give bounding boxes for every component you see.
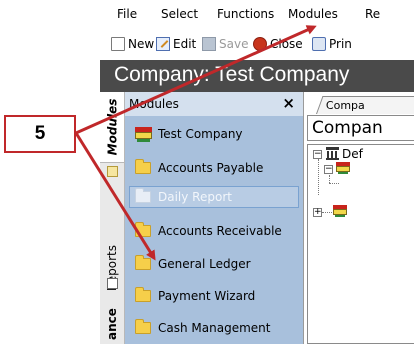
- close-icon: [253, 37, 267, 51]
- company-icon: [135, 126, 152, 142]
- menu-bar: File Select Functions Modules Re: [100, 0, 414, 30]
- folder-icon: [135, 159, 151, 174]
- module-item-label: Test Company: [158, 127, 243, 141]
- panel-close-icon[interactable]: ×: [282, 94, 295, 112]
- reports-tab-icon: [106, 277, 118, 289]
- tab-maintenance[interactable]: ance: [100, 304, 124, 344]
- module-item-label: Daily Report: [158, 190, 232, 204]
- tree-expand-icon[interactable]: +: [313, 208, 322, 217]
- folder-icon: [135, 222, 151, 237]
- building-icon: [326, 147, 339, 160]
- modules-panel-title: Modules: [129, 97, 179, 111]
- module-item-payment-wizard[interactable]: Payment Wizard: [135, 286, 255, 306]
- tab-modules-label: Modules: [105, 98, 119, 156]
- toolbar: New Edit Save Close Prin: [100, 30, 414, 59]
- module-item-label: Cash Management: [158, 321, 271, 335]
- module-item-label: General Ledger: [158, 257, 251, 271]
- tree-collapse-icon[interactable]: −: [313, 150, 322, 159]
- tab-reports-icon-cell: [100, 276, 124, 290]
- folder-icon: [135, 319, 151, 334]
- module-item-cash-management[interactable]: Cash Management: [135, 318, 270, 338]
- edit-icon: [156, 37, 170, 51]
- module-item-label: Payment Wizard: [158, 289, 256, 303]
- save-button-label: Save: [219, 37, 249, 51]
- folder-icon: [135, 255, 151, 270]
- tree-connector: [329, 183, 339, 184]
- modules-tab-icon: [106, 165, 118, 177]
- new-button[interactable]: New: [111, 36, 154, 52]
- save-icon: [202, 37, 216, 51]
- step-callout: 5: [4, 115, 76, 153]
- tree-connector: [322, 212, 332, 213]
- edit-button-label: Edit: [173, 37, 197, 51]
- menu-file[interactable]: File: [117, 7, 137, 21]
- print-button-label: Prin: [329, 37, 352, 51]
- tab-reports[interactable]: Reports: [100, 234, 124, 302]
- tree-connector: [329, 175, 330, 183]
- printer-icon: [312, 37, 326, 51]
- document-header: Compan: [307, 115, 414, 141]
- company-node-icon: [336, 162, 350, 174]
- menu-select[interactable]: Select: [161, 7, 198, 21]
- tab-modules[interactable]: Modules: [100, 92, 124, 163]
- module-item-accounts-receivable[interactable]: Accounts Receivable: [135, 221, 282, 241]
- menu-modules[interactable]: Modules: [288, 7, 338, 21]
- company-tree: − Def − +: [307, 144, 414, 344]
- module-item-label: Accounts Payable: [158, 161, 264, 175]
- save-button[interactable]: Save: [202, 36, 248, 52]
- tab-maintenance-label: ance: [105, 308, 119, 340]
- close-button[interactable]: Close: [253, 36, 303, 52]
- content-area: Compa Compan − Def − +: [303, 92, 414, 344]
- menu-reports[interactable]: Re: [365, 7, 380, 21]
- tree-root-label: Def: [342, 147, 363, 161]
- document-tab-label: Compa: [325, 99, 365, 112]
- window-title: Company: Test Company: [114, 63, 350, 86]
- folder-icon: [135, 287, 151, 302]
- tree-connector: [318, 159, 319, 195]
- menu-functions[interactable]: Functions: [217, 7, 274, 21]
- side-tab-strip: Modules Reports ance: [100, 92, 125, 344]
- modules-panel: Modules × Test Company Accounts Payable …: [125, 92, 303, 344]
- modules-panel-header: Modules ×: [125, 92, 303, 116]
- tree-collapse-icon[interactable]: −: [324, 165, 333, 174]
- document-tab[interactable]: Compa: [316, 96, 414, 114]
- module-item-general-ledger[interactable]: General Ledger: [135, 254, 251, 274]
- new-button-label: New: [128, 37, 155, 51]
- tab-modules-icon-cell: [100, 164, 124, 178]
- folder-icon: [135, 188, 151, 203]
- print-button[interactable]: Prin: [312, 36, 352, 52]
- module-item-label: Accounts Receivable: [158, 224, 282, 238]
- close-button-label: Close: [270, 37, 303, 51]
- company-node-icon: [333, 205, 347, 217]
- module-item-accounts-payable[interactable]: Accounts Payable: [135, 158, 263, 178]
- module-item-test-company[interactable]: Test Company: [135, 124, 243, 144]
- title-bar: Company: Test Company: [100, 60, 414, 92]
- new-document-icon: [111, 37, 125, 51]
- module-item-daily-report[interactable]: Daily Report: [135, 187, 232, 207]
- edit-button[interactable]: Edit: [156, 36, 196, 52]
